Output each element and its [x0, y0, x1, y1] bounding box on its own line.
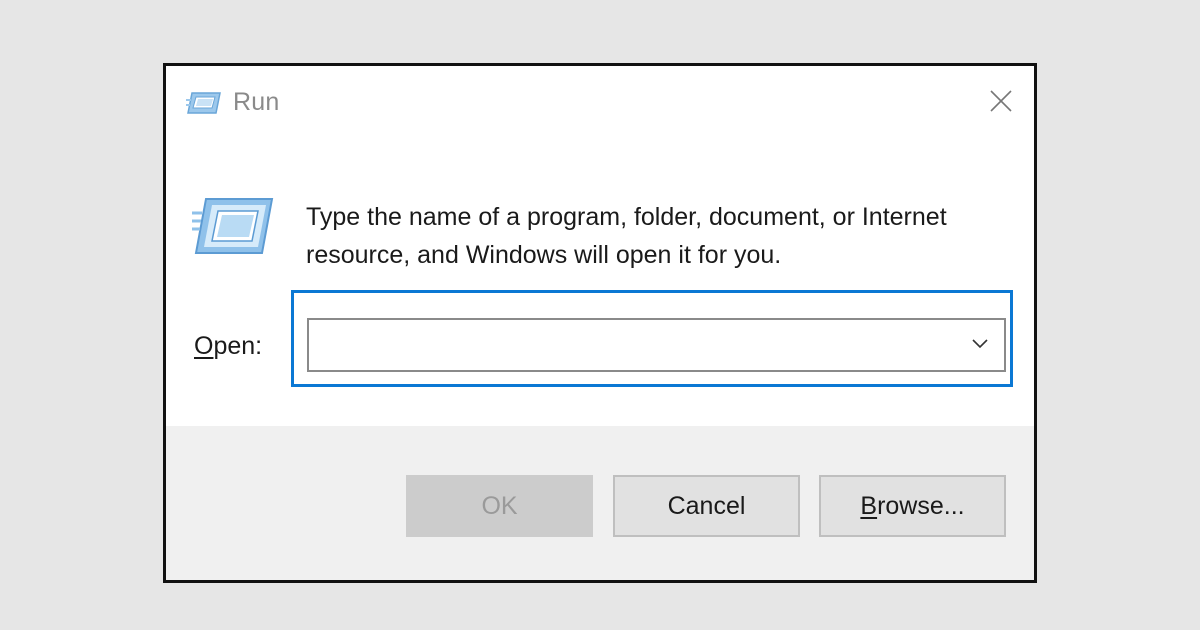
window-title: Run	[233, 88, 280, 116]
open-label: Open:	[194, 332, 262, 361]
button-bar: OK Cancel Browse...	[166, 426, 1034, 580]
browse-button[interactable]: Browse...	[819, 475, 1006, 537]
cancel-button-label: Cancel	[667, 491, 746, 520]
open-input[interactable]	[309, 320, 949, 370]
ok-button-label: OK	[481, 491, 518, 520]
open-label-mnemonic: O	[194, 332, 214, 360]
run-icon	[186, 90, 222, 116]
ok-button[interactable]: OK	[406, 475, 593, 537]
run-program-icon	[192, 195, 274, 257]
open-label-text: pen:	[213, 332, 263, 360]
close-icon	[989, 89, 1013, 118]
cancel-button[interactable]: Cancel	[613, 475, 800, 537]
close-button[interactable]	[974, 80, 1028, 126]
browse-mnemonic: B	[860, 491, 878, 520]
run-description: Type the name of a program, folder, docu…	[306, 203, 947, 269]
browse-button-label: rowse...	[877, 491, 965, 520]
open-combobox[interactable]	[307, 318, 1006, 372]
run-dialog: Run Type the name of a program, folder, …	[163, 63, 1037, 583]
dropdown-button[interactable]	[960, 322, 1000, 368]
dialog-body: Type the name of a program, folder, docu…	[166, 140, 1034, 426]
chevron-down-icon	[971, 336, 989, 354]
title-bar: Run	[166, 66, 1034, 140]
